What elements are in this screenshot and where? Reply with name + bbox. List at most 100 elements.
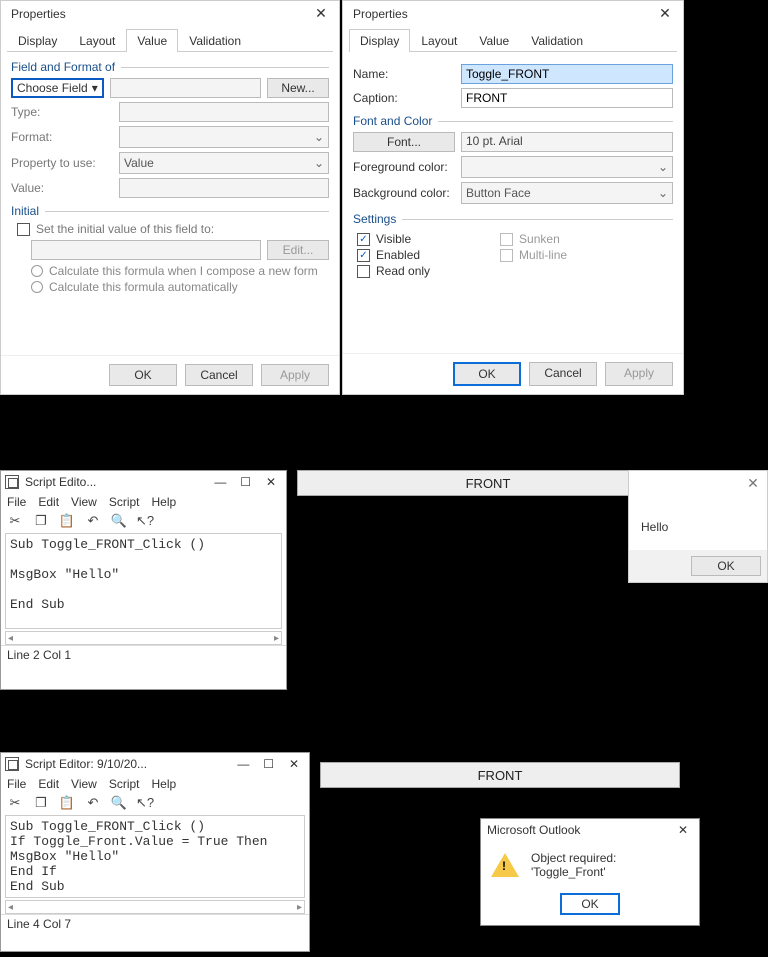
format-combo[interactable]: ⌄ xyxy=(119,126,329,148)
ok-button[interactable]: OK xyxy=(691,556,761,576)
format-label: Format: xyxy=(11,130,113,144)
menu-script[interactable]: Script xyxy=(109,495,140,509)
code-area[interactable]: Sub Toggle_FRONT_Click () MsgBox "Hello"… xyxy=(5,533,282,629)
tab-layout[interactable]: Layout xyxy=(410,29,468,52)
dialog-title: Properties xyxy=(11,7,66,21)
chevron-down-icon: ⌄ xyxy=(314,130,324,144)
radio-auto[interactable] xyxy=(31,281,43,293)
apply-button[interactable]: Apply xyxy=(605,362,673,386)
close-icon[interactable]: ✕ xyxy=(743,475,763,492)
script-editor-2: Script Editor: 9/10/20... — ☐ ✕ File Edi… xyxy=(0,752,310,952)
caption-input[interactable] xyxy=(461,88,673,108)
horizontal-scrollbar[interactable]: ◂▸ xyxy=(5,900,305,914)
copy-icon[interactable]: ❐ xyxy=(33,513,49,529)
find-icon[interactable]: 🔍 xyxy=(111,795,127,811)
window-title: Script Editor: 9/10/20... xyxy=(25,757,147,771)
edit-button[interactable]: Edit... xyxy=(267,240,329,260)
fg-color-combo[interactable]: ⌄ xyxy=(461,156,673,178)
bg-color-combo[interactable]: Button Face⌄ xyxy=(461,182,673,204)
chevron-down-icon: ⌄ xyxy=(658,160,668,174)
menu-help[interactable]: Help xyxy=(152,495,177,509)
radio-compose[interactable] xyxy=(31,265,43,277)
script-editor-icon xyxy=(5,757,19,771)
tab-display[interactable]: Display xyxy=(7,29,68,52)
maximize-icon[interactable]: ☐ xyxy=(258,755,280,773)
value-label: Value: xyxy=(11,181,113,195)
value-field xyxy=(119,178,329,198)
front-toggle-button[interactable]: FRONT xyxy=(320,762,680,788)
initial-value-input[interactable] xyxy=(31,240,261,260)
tab-layout[interactable]: Layout xyxy=(68,29,126,52)
tab-value[interactable]: Value xyxy=(126,29,178,52)
close-icon[interactable]: ✕ xyxy=(655,5,675,22)
tab-validation[interactable]: Validation xyxy=(520,29,594,52)
object-browser-icon[interactable]: ↖? xyxy=(137,513,153,529)
minimize-icon[interactable]: — xyxy=(209,473,231,491)
ok-button[interactable]: OK xyxy=(453,362,521,386)
menu-edit[interactable]: Edit xyxy=(38,495,59,509)
find-icon[interactable]: 🔍 xyxy=(111,513,127,529)
caption-label: Caption: xyxy=(353,91,455,105)
choose-field-dropdown[interactable]: Choose Field ▾ xyxy=(11,78,104,98)
property-combo[interactable]: Value⌄ xyxy=(119,152,329,174)
paste-icon[interactable]: 📋 xyxy=(59,513,75,529)
paste-icon[interactable]: 📋 xyxy=(59,795,75,811)
undo-icon[interactable]: ↶ xyxy=(85,795,101,811)
undo-icon[interactable]: ↶ xyxy=(85,513,101,529)
tab-display[interactable]: Display xyxy=(349,29,410,52)
menu-view[interactable]: View xyxy=(71,777,97,791)
horizontal-scrollbar[interactable]: ◂▸ xyxy=(5,631,282,645)
tab-validation[interactable]: Validation xyxy=(178,29,252,52)
menu-file[interactable]: File xyxy=(7,777,26,791)
script-editor-1: Script Edito... — ☐ ✕ File Edit View Scr… xyxy=(0,470,287,690)
copy-icon[interactable]: ❐ xyxy=(33,795,49,811)
readonly-checkbox[interactable] xyxy=(357,265,370,278)
close-icon[interactable]: ✕ xyxy=(311,5,331,22)
properties-dialog-left: Properties ✕ Display Layout Value Valida… xyxy=(0,0,340,395)
menu-help[interactable]: Help xyxy=(152,777,177,791)
fg-color-label: Foreground color: xyxy=(353,160,455,174)
name-input[interactable] xyxy=(461,64,673,84)
type-field xyxy=(119,102,329,122)
object-browser-icon[interactable]: ↖? xyxy=(137,795,153,811)
menu-file[interactable]: File xyxy=(7,495,26,509)
type-label: Type: xyxy=(11,105,113,119)
close-icon[interactable]: ✕ xyxy=(260,473,282,491)
minimize-icon[interactable]: — xyxy=(232,755,254,773)
cut-icon[interactable]: ✂ xyxy=(7,513,23,529)
code-area[interactable]: Sub Toggle_FRONT_Click () If Toggle_Fron… xyxy=(5,815,305,898)
visible-checkbox[interactable] xyxy=(357,233,370,246)
initial-value-checkbox[interactable] xyxy=(17,223,30,236)
font-button[interactable]: Font... xyxy=(353,132,455,152)
enabled-checkbox[interactable] xyxy=(357,249,370,262)
chevron-down-icon: ⌄ xyxy=(658,186,668,200)
message-box-hello: ✕ Hello OK xyxy=(628,470,768,583)
menu-edit[interactable]: Edit xyxy=(38,777,59,791)
tab-value[interactable]: Value xyxy=(468,29,520,52)
dialog-title: Properties xyxy=(353,7,408,21)
cut-icon[interactable]: ✂ xyxy=(7,795,23,811)
cancel-button[interactable]: Cancel xyxy=(529,362,597,386)
property-label: Property to use: xyxy=(11,156,113,170)
multiline-checkbox xyxy=(500,249,513,262)
close-icon[interactable]: ✕ xyxy=(673,823,693,837)
error-dialog: Microsoft Outlook ✕ Object required: 'To… xyxy=(480,818,700,926)
properties-dialog-right: Properties ✕ Display Layout Value Valida… xyxy=(342,0,684,395)
chevron-down-icon: ▾ xyxy=(92,81,98,95)
close-icon[interactable]: ✕ xyxy=(283,755,305,773)
new-button[interactable]: New... xyxy=(267,78,329,98)
apply-button[interactable]: Apply xyxy=(261,364,329,386)
group-settings: Settings xyxy=(353,212,673,226)
field-name-input[interactable] xyxy=(110,78,261,98)
ok-button[interactable]: OK xyxy=(109,364,177,386)
ok-button[interactable]: OK xyxy=(560,893,620,915)
cancel-button[interactable]: Cancel xyxy=(185,364,253,386)
group-field-format: Field and Format of xyxy=(11,60,329,74)
status-bar: Line 2 Col 1 xyxy=(1,645,286,664)
message-text: Hello xyxy=(629,496,767,550)
menu-script[interactable]: Script xyxy=(109,777,140,791)
window-title: Script Edito... xyxy=(25,475,96,489)
maximize-icon[interactable]: ☐ xyxy=(235,473,257,491)
radio-compose-label: Calculate this formula when I compose a … xyxy=(49,264,318,278)
menu-view[interactable]: View xyxy=(71,495,97,509)
